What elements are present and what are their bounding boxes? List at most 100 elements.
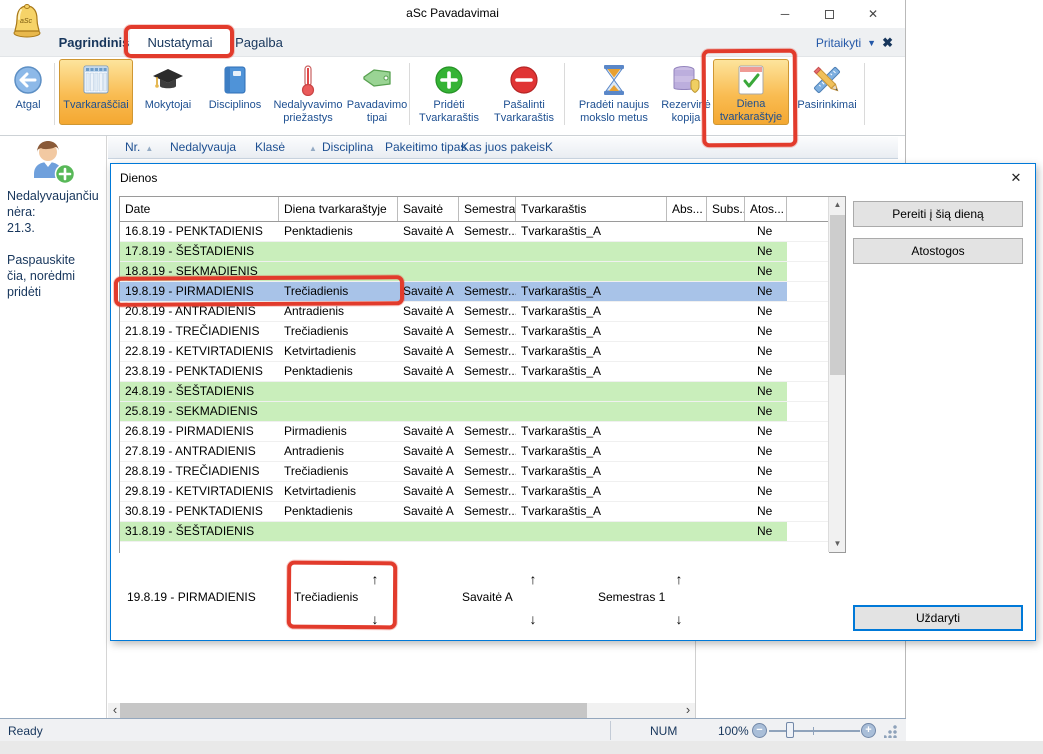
dialog-close-icon[interactable]: ✕ — [1007, 169, 1025, 187]
ribbon-button-tvarkarasciai[interactable]: Tvarkaraščiai — [59, 59, 133, 125]
table-row[interactable]: 21.8.19 - TREČIADIENIS Trečiadienis Sava… — [120, 322, 829, 342]
header-subs[interactable]: Subs... — [707, 197, 745, 221]
scroll-down-icon[interactable]: ▼ — [829, 536, 846, 552]
ribbon-button-pasalinti-tvarkarastis[interactable]: Pašalinti Tvarkaraštis — [487, 59, 561, 129]
header-tvarkarastis[interactable]: Tvarkaraštis — [516, 197, 667, 221]
table-row[interactable]: 17.8.19 - ŠEŠTADIENIS Ne — [120, 242, 829, 262]
cell-subs — [707, 382, 745, 401]
cell-date: 23.8.19 - PENKTADIENIS — [120, 362, 279, 381]
minimize-button[interactable]: ─ — [763, 0, 807, 28]
column-header-nedalyvauja[interactable]: Nedalyvauja — [170, 140, 236, 154]
table-row[interactable]: 27.8.19 - ANTRADIENIS Antradienis Savait… — [120, 442, 829, 462]
table-row[interactable]: 25.8.19 - SEKMADIENIS Ne — [120, 402, 829, 422]
scrollbar-thumb[interactable] — [830, 215, 845, 375]
cell-semester: Semestr... — [459, 462, 516, 481]
table-row[interactable]: 26.8.19 - PIRMADIENIS Pirmadienis Savait… — [120, 422, 829, 442]
ribbon-button-nedalyvavimo-priezastys[interactable]: Nedalyvavimo priežastys — [268, 59, 348, 129]
week-spinner-down-icon[interactable]: ↓ — [524, 610, 542, 628]
table-row[interactable]: 20.8.19 - ANTRADIENIS Antradienis Savait… — [120, 302, 829, 322]
resize-grip[interactable] — [884, 725, 898, 738]
apply-caret-icon[interactable]: ▼ — [867, 38, 876, 48]
zoom-in-button[interactable]: + — [861, 723, 876, 738]
scroll-up-icon[interactable]: ▲ — [829, 197, 846, 213]
table-row[interactable]: 28.8.19 - TREČIADIENIS Trečiadienis Sava… — [120, 462, 829, 482]
minimize-icon: ─ — [781, 7, 790, 21]
table-row[interactable]: 19.8.19 - PIRMADIENIS Trečiadienis Savai… — [120, 282, 829, 302]
ribbon-button-pradeti-naujus-mokslo-metus[interactable]: Pradėti naujus mokslo metus — [569, 59, 659, 129]
go-to-day-button[interactable]: Pereiti į šią dieną — [853, 201, 1023, 227]
ribbon-button-rezervine-kopija[interactable]: Rezervinė kopija — [660, 59, 712, 129]
table-row-band: 25.8.19 - SEKMADIENIS Ne — [120, 402, 787, 422]
cell-week: Savaitė A — [398, 282, 459, 301]
table-row[interactable]: 18.8.19 - SEKMADIENIS Ne — [120, 262, 829, 282]
cell-day — [279, 242, 398, 261]
dialog-vertical-scrollbar[interactable]: ▲ ▼ — [828, 197, 845, 552]
header-date[interactable]: Date — [120, 197, 279, 221]
window-controls: ─ ✕ — [763, 0, 895, 28]
ribbon-button-prideti-tvarkarastis[interactable]: Pridėti Tvarkaraštis — [414, 59, 484, 129]
cell-atos: Ne — [745, 262, 787, 281]
table-row[interactable]: 31.8.19 - ŠEŠTADIENIS Ne — [120, 522, 829, 542]
zoom-slider-track[interactable] — [769, 730, 860, 732]
header-diena-tvarkarastyje[interactable]: Diena tvarkaraštyje — [279, 197, 398, 221]
column-header-disciplina[interactable]: Disciplina — [322, 140, 373, 154]
sort-asc-icon: ▲ — [309, 144, 317, 153]
cell-subs — [707, 482, 745, 501]
column-header-kas-juos-pakeis[interactable]: Kas juos pakeis — [461, 140, 545, 154]
table-row-rest — [787, 482, 829, 502]
cell-subs — [707, 422, 745, 441]
sidebar-absent-text[interactable]: Nedalyvaujančiu nėra: 21.3. Paspauskite … — [7, 188, 103, 300]
column-header-pakeitimo-tipas[interactable]: Pakeitimo tipas — [385, 140, 466, 154]
ribbon-button-mokytojai[interactable]: Mokytojai — [135, 59, 201, 129]
asc-bell-logo-icon[interactable]: aSc — [8, 3, 46, 39]
header-atos[interactable]: Atos... — [745, 197, 787, 221]
table-row[interactable]: 30.8.19 - PENKTADIENIS Penktadienis Sava… — [120, 502, 829, 522]
scroll-right-icon[interactable]: › — [681, 703, 695, 718]
day-spinner-up-icon[interactable]: ↑ — [366, 570, 384, 588]
svg-text:aSc: aSc — [20, 18, 33, 25]
semester-spinner-up-icon[interactable]: ↑ — [670, 570, 688, 588]
zoom-slider-thumb[interactable] — [786, 722, 794, 738]
table-row-band: 31.8.19 - ŠEŠTADIENIS Ne — [120, 522, 787, 542]
semester-spinner-down-icon[interactable]: ↓ — [670, 610, 688, 628]
ribbon-button-atgal[interactable]: Atgal — [6, 59, 50, 129]
absent-person-icon[interactable] — [24, 140, 80, 188]
zoom-out-button[interactable]: − — [752, 723, 767, 738]
table-row[interactable]: 22.8.19 - KETVIRTADIENIS Ketvirtadienis … — [120, 342, 829, 362]
cell-abs — [667, 442, 707, 461]
holidays-button[interactable]: Atostogos — [853, 238, 1023, 264]
maximize-button[interactable] — [807, 0, 851, 28]
close-dialog-button[interactable]: Uždaryti — [853, 605, 1023, 631]
week-spinner-up-icon[interactable]: ↑ — [524, 570, 542, 588]
tab-pagalba[interactable]: Pagalba — [234, 28, 284, 57]
cell-day: Penktadienis — [279, 222, 398, 241]
tab-pagrindinis[interactable]: Pagrindinis — [58, 28, 130, 57]
day-spinner-down-icon[interactable]: ↓ — [366, 610, 384, 628]
header-abs[interactable]: Abs... — [667, 197, 707, 221]
cell-timetable: Tvarkaraštis_A — [516, 502, 667, 521]
table-row[interactable]: 29.8.19 - KETVIRTADIENIS Ketvirtadienis … — [120, 482, 829, 502]
column-header-k[interactable]: K — [545, 140, 553, 154]
tab-nustatymai[interactable]: Nustatymai — [130, 28, 230, 57]
table-row[interactable]: 24.8.19 - ŠEŠTADIENIS Ne — [120, 382, 829, 402]
table-row[interactable]: 23.8.19 - PENKTADIENIS Penktadienis Sava… — [120, 362, 829, 382]
cell-date: 22.8.19 - KETVIRTADIENIS — [120, 342, 279, 361]
main-horizontal-scrollbar[interactable]: ‹ › — [108, 703, 695, 718]
cell-day: Ketvirtadienis — [279, 482, 398, 501]
ribbon-button-pavadavimo-tipai[interactable]: Pavadavimo tipai — [348, 59, 406, 129]
cell-atos: Ne — [745, 482, 787, 501]
column-header-klase[interactable]: Klasė▲ — [255, 140, 317, 154]
ribbon-button-pasirinkimai[interactable]: Pasirinkimai — [793, 59, 861, 129]
cell-subs — [707, 322, 745, 341]
column-header-nr[interactable]: Nr.▲ — [125, 140, 153, 154]
header-savaite[interactable]: Savaitė — [398, 197, 459, 221]
scrollbar-thumb[interactable] — [120, 703, 587, 718]
close-button[interactable]: ✕ — [851, 0, 895, 28]
header-semestras[interactable]: Semestras — [459, 197, 516, 221]
ribbon-button-diena-tvarkarastyje[interactable]: Diena tvarkaraštyje — [713, 59, 789, 125]
hourglass-icon — [601, 62, 627, 98]
ribbon-button-disciplinos[interactable]: Disciplinos — [203, 59, 267, 129]
apply-close-icon[interactable]: ✖ — [882, 35, 893, 51]
table-row[interactable]: 16.8.19 - PENKTADIENIS Penktadienis Sava… — [120, 222, 829, 242]
apply-button[interactable]: Pritaikyti — [816, 36, 861, 50]
